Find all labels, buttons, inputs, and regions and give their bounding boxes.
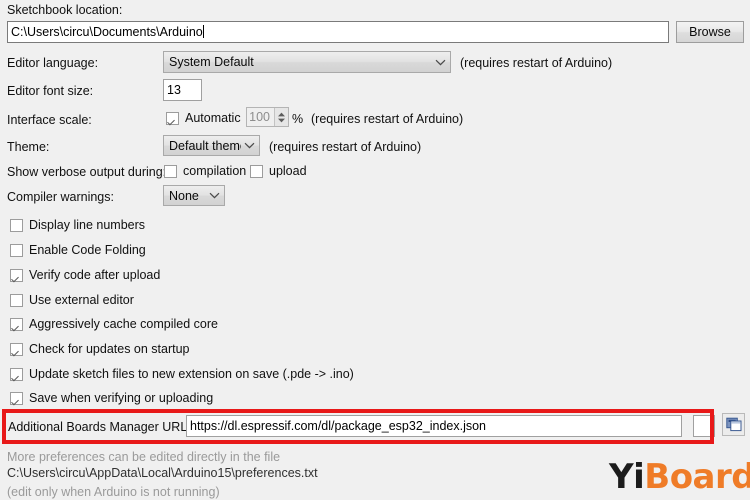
checkbox-label: Aggressively cache compiled core [29, 317, 218, 331]
chevron-down-icon [432, 52, 448, 72]
watermark-part-2: Board [644, 457, 750, 497]
windows-copy-icon-button[interactable] [722, 413, 745, 436]
checkbox-box [10, 243, 23, 257]
checkbox-label: Save when verifying or uploading [29, 391, 214, 405]
browse-button-label: Browse [689, 25, 731, 39]
verbose-upload-label: upload [269, 164, 307, 178]
checkbox-label: Display line numbers [29, 218, 146, 232]
verbose-compilation-label: compilation [183, 164, 247, 178]
checkbox-box [164, 164, 177, 178]
editor-font-size-label: Editor font size: [7, 84, 94, 98]
theme-label: Theme: [7, 140, 50, 154]
chevron-down-icon [206, 186, 222, 205]
editor-font-size-value: 13 [167, 83, 181, 97]
additional-boards-urls-value: https://dl.espressif.com/dl/package_esp3… [190, 419, 487, 433]
compiler-warnings-label: Compiler warnings: [7, 190, 114, 204]
checkbox-label: Check for updates on startup [29, 342, 190, 356]
verbose-upload-checkbox[interactable]: upload [250, 163, 307, 179]
browse-button[interactable]: Browse [676, 21, 744, 43]
interface-scale-percent-label: % [292, 112, 304, 126]
interface-scale-value: 100 [249, 110, 270, 124]
checkbox-update-sketch-files-extension[interactable]: Update sketch files to new extension on … [10, 366, 354, 382]
watermark-part-1: Yi [609, 457, 645, 497]
interface-scale-stepper[interactable]: 100 [246, 107, 289, 127]
checkbox-save-when-verifying-or-uploading[interactable]: Save when verifying or uploading [10, 390, 213, 406]
editor-language-label: Editor language: [7, 56, 99, 70]
checkbox-aggressively-cache-compiled-core[interactable]: Aggressively cache compiled core [10, 316, 218, 332]
editor-language-value: System Default [169, 55, 254, 69]
theme-restart-note: (requires restart of Arduino) [269, 140, 422, 154]
additional-boards-urls-label: Additional Boards Manager URLs: [8, 420, 197, 434]
stepper-arrows[interactable] [274, 108, 288, 126]
checkbox-box [10, 218, 23, 232]
footer-line-3: (edit only when Arduino is not running) [7, 485, 220, 499]
interface-scale-automatic-checkbox[interactable]: Automatic [166, 110, 241, 126]
theme-value: Default theme [169, 138, 241, 153]
checkbox-check-for-updates-on-startup[interactable]: Check for updates on startup [10, 341, 190, 357]
checkbox-box [10, 293, 23, 307]
editor-language-restart-note: (requires restart of Arduino) [460, 56, 613, 70]
chevron-down-icon [241, 136, 257, 155]
additional-boards-urls-overflow-field[interactable] [693, 415, 715, 437]
theme-select[interactable]: Default theme [163, 135, 260, 156]
checkbox-box [10, 367, 23, 381]
checkbox-use-external-editor[interactable]: Use external editor [10, 292, 134, 308]
checkbox-box [10, 391, 23, 405]
preferences-dialog-body: Sketchbook location: C:\Users\circu\Docu… [0, 0, 750, 500]
interface-scale-restart-note: (requires restart of Arduino) [311, 112, 464, 126]
checkbox-label: Verify code after upload [29, 268, 161, 282]
checkbox-label: Update sketch files to new extension on … [29, 367, 354, 381]
checkbox-box [10, 317, 23, 331]
additional-boards-urls-input[interactable]: https://dl.espressif.com/dl/package_esp3… [186, 415, 682, 437]
sketchbook-location-input[interactable]: C:\Users\circu\Documents\Arduino [7, 21, 669, 43]
text-caret [202, 25, 204, 38]
compiler-warnings-value: None [169, 188, 199, 203]
checkbox-display-line-numbers[interactable]: Display line numbers [10, 217, 145, 233]
verbose-output-label: Show verbose output during: [7, 165, 167, 179]
interface-scale-automatic-label: Automatic [185, 111, 241, 125]
sketchbook-location-label: Sketchbook location: [7, 3, 123, 17]
interface-scale-label: Interface scale: [7, 113, 92, 127]
checkbox-verify-code-after-upload[interactable]: Verify code after upload [10, 267, 160, 283]
checkbox-box [250, 164, 263, 178]
checkbox-box [10, 342, 23, 356]
checkbox-box [166, 111, 179, 125]
editor-language-select[interactable]: System Default [163, 51, 451, 73]
checkbox-label: Use external editor [29, 293, 134, 307]
yiboard-watermark: YiBoard [609, 458, 750, 496]
editor-font-size-input[interactable]: 13 [163, 79, 202, 101]
verbose-compilation-checkbox[interactable]: compilation [164, 163, 246, 179]
footer-line-1: More preferences can be edited directly … [7, 450, 281, 464]
sketchbook-location-value: C:\Users\circu\Documents\Arduino [11, 25, 203, 39]
checkbox-box [10, 268, 23, 282]
checkbox-label: Enable Code Folding [29, 243, 146, 257]
footer-preferences-path: C:\Users\circu\AppData\Local\Arduino15\p… [7, 466, 318, 480]
windows-copy-icon [725, 417, 741, 432]
compiler-warnings-select[interactable]: None [163, 185, 225, 206]
checkbox-enable-code-folding[interactable]: Enable Code Folding [10, 242, 146, 258]
